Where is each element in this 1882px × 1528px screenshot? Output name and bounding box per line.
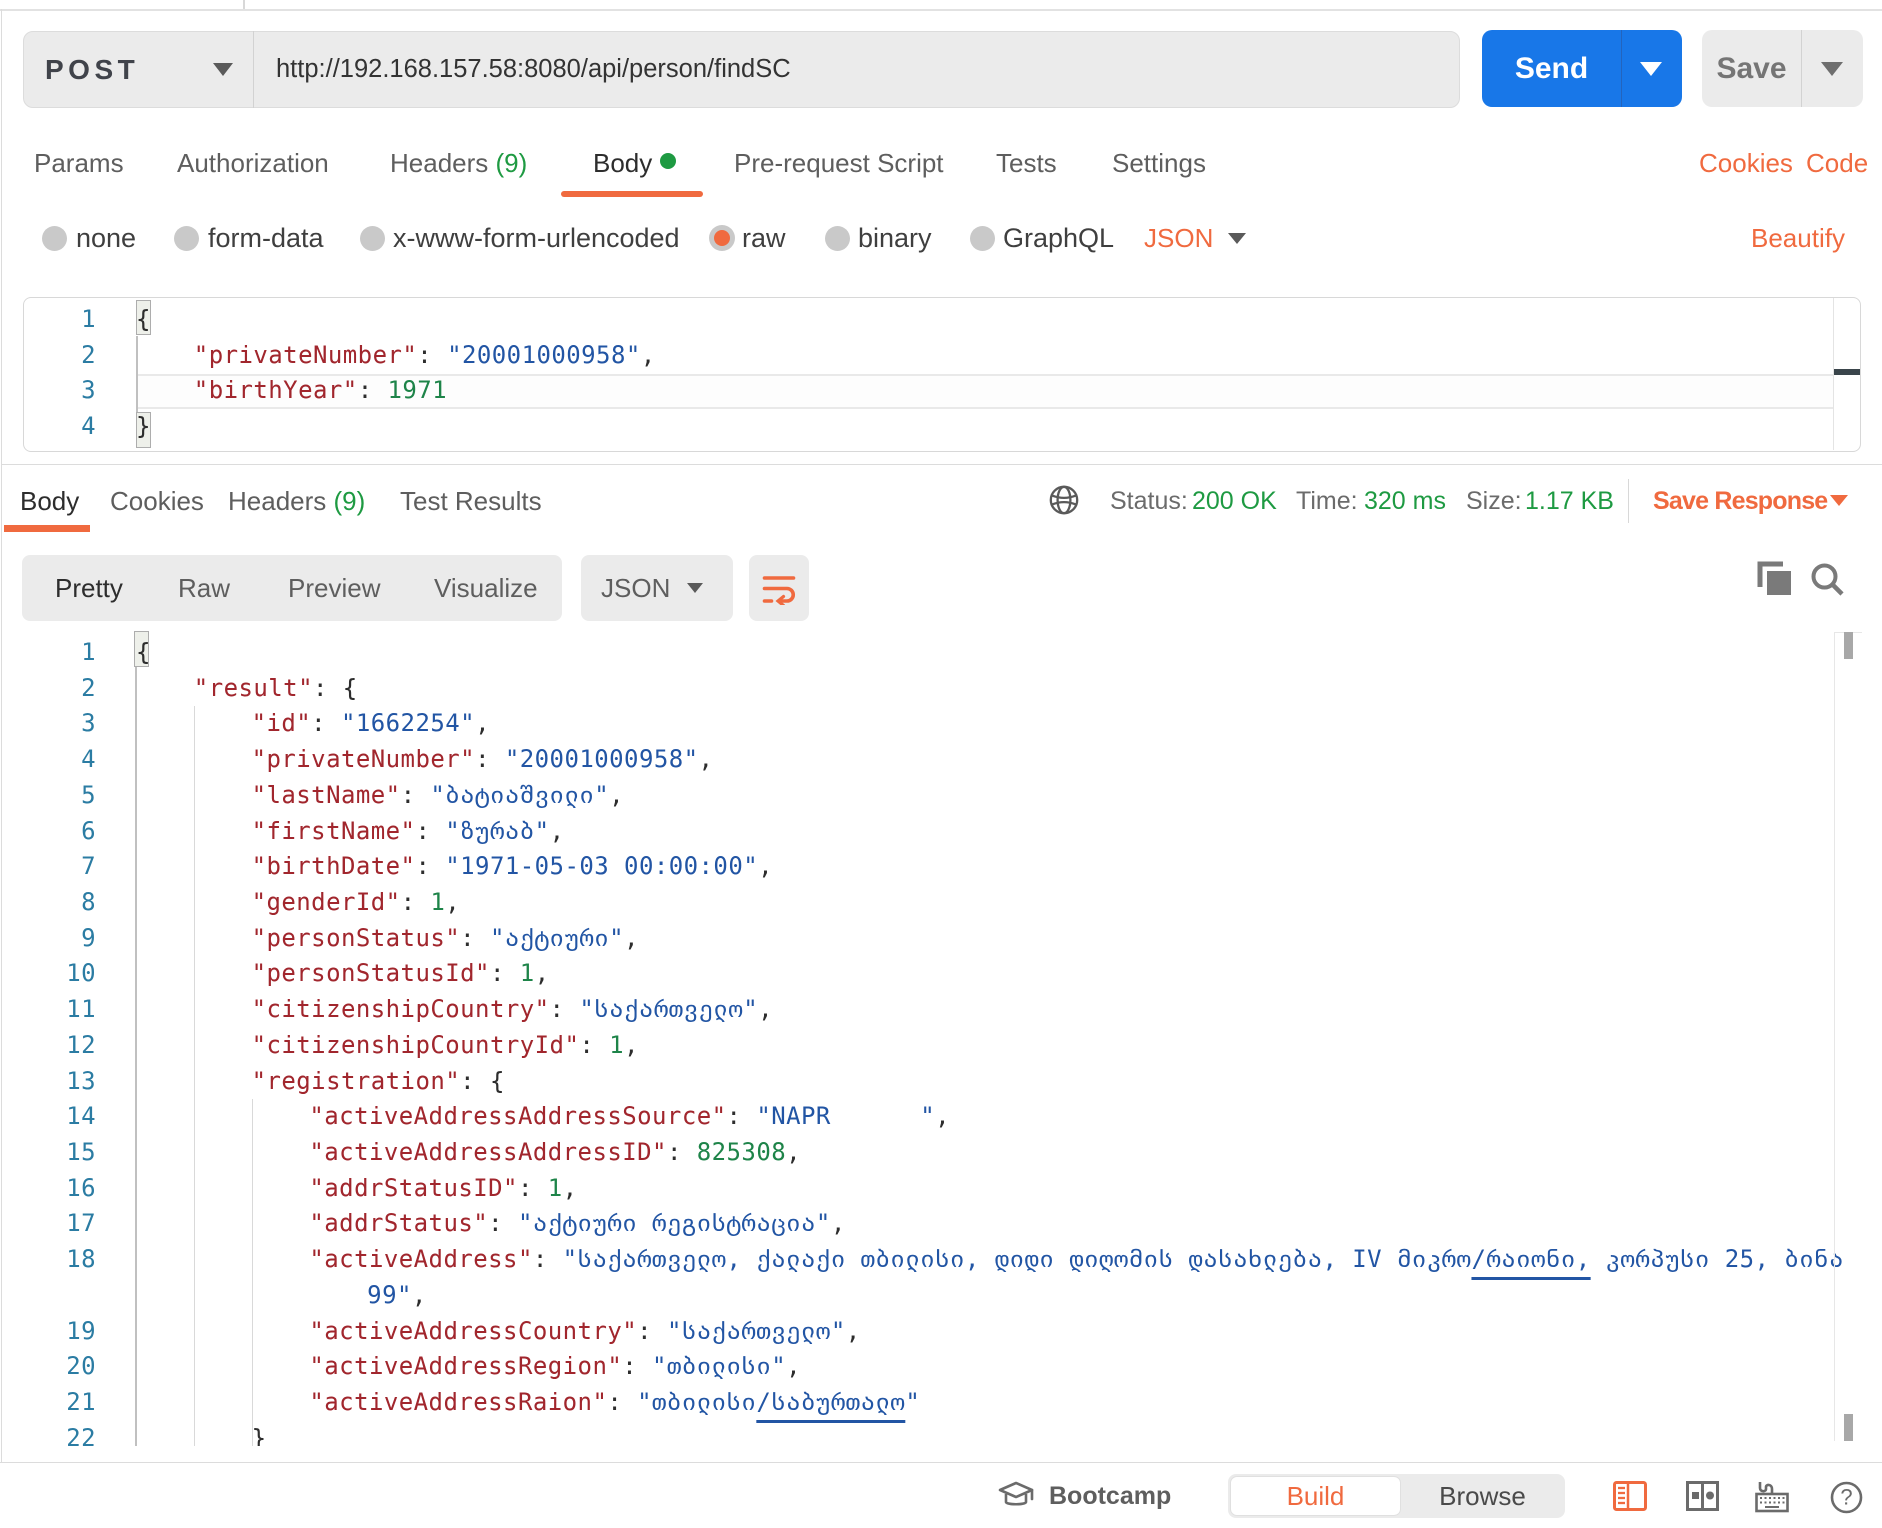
svg-text:?: ?	[1840, 1485, 1852, 1510]
